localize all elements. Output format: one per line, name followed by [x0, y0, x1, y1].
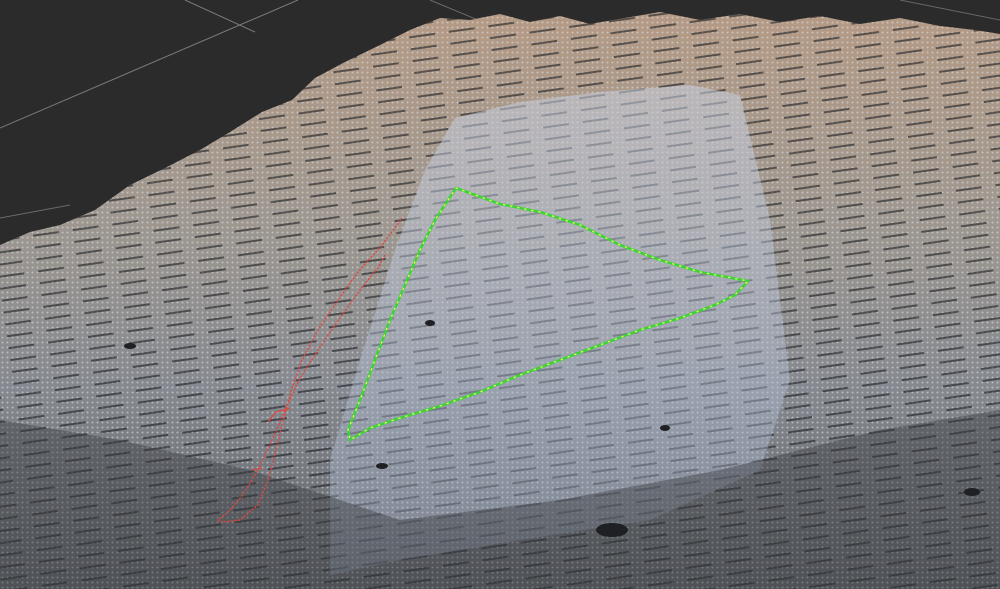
terrain-void	[124, 343, 136, 349]
grid-line	[0, 204, 71, 219]
grid-line	[899, 0, 1000, 21]
terrain-void	[376, 463, 388, 469]
terrain-surface	[0, 12, 1000, 589]
terrain-void	[964, 488, 980, 496]
terrain-void	[596, 523, 628, 537]
grid-line	[0, 0, 299, 129]
terrain-void	[425, 320, 435, 326]
3d-point-cloud-viewport[interactable]	[0, 0, 1000, 589]
point-cloud-scene[interactable]	[0, 0, 1000, 589]
terrain-void	[660, 425, 670, 431]
grid-line	[184, 0, 256, 33]
